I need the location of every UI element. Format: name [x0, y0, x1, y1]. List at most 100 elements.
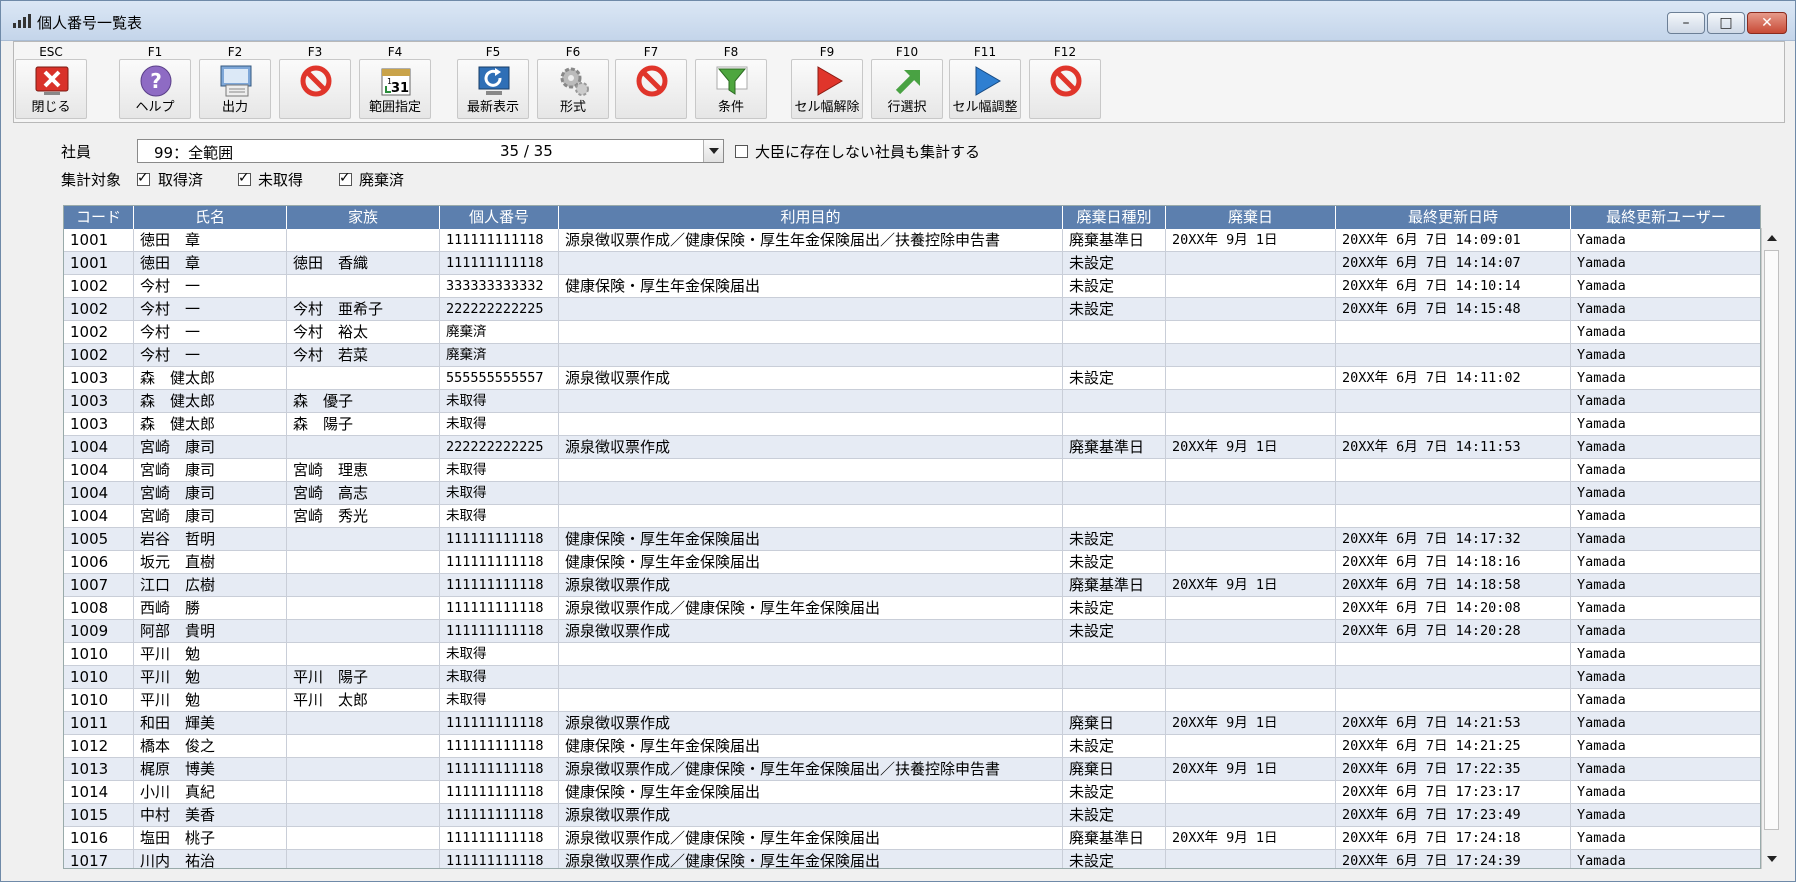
cell-name: 西崎 勝 — [134, 597, 287, 619]
cell-personal-number: 廃棄済 — [440, 321, 559, 343]
cell-personal-number: 111111111118 — [440, 735, 559, 757]
column-header-personal-number[interactable]: 個人番号 — [440, 206, 559, 229]
disabled-icon — [298, 64, 334, 98]
fkey-label-f10: F10 — [895, 45, 919, 59]
cell-updated-at: 20XX年 6月 7日 14:14:07 — [1336, 252, 1571, 274]
cell-code: 1010 — [64, 689, 134, 711]
table-row[interactable]: 1012 橋本 俊之 111111111118 健康保険・厚生年金保険届出 未設定 20X… — [64, 735, 1760, 758]
scroll-down-button[interactable] — [1762, 849, 1781, 869]
cell-purpose: 健康保険・厚生年金保険届出 — [559, 781, 1063, 803]
toolbar-button-label: セル幅解除 — [794, 100, 860, 115]
table-row[interactable]: 1004 宮崎 康司 宮崎 秀光 未取得 Yamada — [64, 505, 1760, 528]
cell-family: 今村 裕太 — [287, 321, 440, 343]
column-header-discard-type[interactable]: 廃棄日種別 — [1063, 206, 1166, 229]
table-row[interactable]: 1006 坂元 直樹 111111111118 健康保険・厚生年金保険届出 未設定 20X… — [64, 551, 1760, 574]
table-row[interactable]: 1016 塩田 桃子 111111111118 源泉徴収票作成／健康保険・厚生年金保険… — [64, 827, 1760, 850]
table-row[interactable]: 1001 徳田 章 111111111118 源泉徴収票作成／健康保険・厚生年金保険届… — [64, 229, 1760, 252]
cell-discard-date — [1166, 482, 1336, 504]
cell-personal-number: 111111111118 — [440, 551, 559, 573]
toolbar-button-f10[interactable]: 行選択 — [871, 59, 943, 119]
table-row[interactable]: 1002 今村 一今村 裕太 廃棄済 Yamada — [64, 321, 1760, 344]
column-header-code[interactable]: コード — [64, 206, 134, 229]
table-row[interactable]: 1001 徳田 章徳田 香織 111111111118 未設定 20XX年 6月 7日 … — [64, 252, 1760, 275]
cell-updated-by: Yamada — [1571, 620, 1760, 642]
table-row[interactable]: 1010 平川 勉 未取得 Yamada — [64, 643, 1760, 666]
cell-purpose: 源泉徴収票作成／健康保険・厚生年金保険届出 — [559, 850, 1063, 868]
cell-family: 今村 亜希子 — [287, 298, 440, 320]
table-row[interactable]: 1003 森 健太郎森 陽子 未取得 Yamada — [64, 413, 1760, 436]
cell-purpose: 健康保険・厚生年金保険届出 — [559, 735, 1063, 757]
cell-personal-number: 111111111118 — [440, 827, 559, 849]
minimize-button[interactable]: – — [1667, 12, 1705, 34]
table-row[interactable]: 1002 今村 一今村 亜希子 222222222225 未設定 20XX年 6月 7日… — [64, 298, 1760, 321]
cell-updated-at: 20XX年 6月 7日 17:23:17 — [1336, 781, 1571, 803]
toolbar-button-f7[interactable] — [615, 59, 687, 119]
cell-discard-date — [1166, 298, 1336, 320]
close-window-button[interactable]: ✕ — [1747, 12, 1787, 34]
cell-code: 1002 — [64, 321, 134, 343]
table-row[interactable]: 1008 西崎 勝 111111111118 源泉徴収票作成／健康保険・厚生年金保険届… — [64, 597, 1760, 620]
table-row[interactable]: 1002 今村 一今村 若菜 廃棄済 Yamada — [64, 344, 1760, 367]
column-header-purpose[interactable]: 利用目的 — [559, 206, 1063, 229]
cell-updated-by: Yamada — [1571, 298, 1760, 320]
toolbar-button-f4[interactable]: 31 1 範囲指定 — [359, 59, 431, 119]
cell-discard-type — [1063, 344, 1166, 366]
column-header-discard-date[interactable]: 廃棄日 — [1166, 206, 1336, 229]
toolbar-button-esc[interactable]: 閉じる — [15, 59, 87, 119]
table-row[interactable]: 1013 梶原 博美 111111111118 源泉徴収票作成／健康保険・厚生年金保険… — [64, 758, 1760, 781]
scroll-up-button[interactable] — [1762, 228, 1781, 248]
acquired-checkbox[interactable]: ✓ — [137, 170, 150, 186]
cell-name: 森 健太郎 — [134, 413, 287, 435]
toolbar-button-f12[interactable] — [1029, 59, 1101, 119]
table-row[interactable]: 1014 小川 真紀 111111111118 健康保険・厚生年金保険届出 未設定 20X… — [64, 781, 1760, 804]
column-header-family[interactable]: 家族 — [287, 206, 440, 229]
employee-select[interactable]: 99：全範囲 35 / 35 — [137, 139, 724, 163]
table-row[interactable]: 1004 宮崎 康司 宮崎 高志 未取得 Yamada — [64, 482, 1760, 505]
grid-header: コード 氏名 家族 個人番号 利用目的 廃棄日種別 廃棄日 最終更新日時 最終更新ユーザー — [64, 206, 1760, 229]
scrollbar-thumb[interactable] — [1764, 250, 1779, 830]
column-header-updated-at[interactable]: 最終更新日時 — [1336, 206, 1571, 229]
table-row[interactable]: 1004 宮崎 康司 宮崎 理恵 未取得 Yamada — [64, 459, 1760, 482]
vertical-scrollbar[interactable] — [1761, 228, 1781, 869]
table-row[interactable]: 1007 江口 広樹 111111111118 源泉徴収票作成 廃棄基準日 20XX年 9… — [64, 574, 1760, 597]
not-acquired-checkbox[interactable]: ✓ — [238, 170, 251, 186]
table-row[interactable]: 1009 阿部 貴明 111111111118 源泉徴収票作成 未設定 20XX年 6月 … — [64, 620, 1760, 643]
table-row[interactable]: 1015 中村 美香 111111111118 源泉徴収票作成 未設定 20XX年 6月 … — [64, 804, 1760, 827]
cell-discard-date: 20XX年 9月 1日 — [1166, 827, 1336, 849]
toolbar-button-f8[interactable]: 条件 — [695, 59, 767, 119]
cell-updated-by: Yamada — [1571, 229, 1760, 251]
table-row[interactable]: 1002 今村 一 333333333332 健康保険・厚生年金保険届出 未設定 20XX… — [64, 275, 1760, 298]
toolbar-button-f5[interactable]: 最新表示 — [457, 59, 529, 119]
cell-family: 宮崎 理恵 — [287, 459, 440, 481]
cell-name: 和田 輝美 — [134, 712, 287, 734]
cell-purpose: 健康保険・厚生年金保険届出 — [559, 528, 1063, 550]
table-row[interactable]: 1003 森 健太郎 555555555557 源泉徴収票作成 未設定 20XX年 6月 … — [64, 367, 1760, 390]
toolbar-button-f1[interactable]: ? ヘルプ — [119, 59, 191, 119]
toolbar-button-f11[interactable]: セル幅調整 — [949, 59, 1021, 119]
fkey-label-f7: F7 — [643, 45, 659, 59]
cell-code: 1005 — [64, 528, 134, 550]
include-missing-checkbox[interactable] — [735, 145, 748, 158]
title-bar: 個人番号一覧表 – □ ✕ — [1, 1, 1795, 41]
table-row[interactable]: 1005 岩谷 哲明 111111111118 健康保険・厚生年金保険届出 未設定 20X… — [64, 528, 1760, 551]
cell-discard-type: 廃棄基準日 — [1063, 827, 1166, 849]
toolbar-button-f6[interactable]: 形式 — [537, 59, 609, 119]
dropdown-button[interactable] — [703, 140, 723, 162]
cell-family — [287, 597, 440, 619]
table-row[interactable]: 1017 川内 祐治 111111111118 源泉徴収票作成／健康保険・厚生年金保険… — [64, 850, 1760, 868]
table-row[interactable]: 1004 宮崎 康司 222222222225 源泉徴収票作成 廃棄基準日 20XX年 9… — [64, 436, 1760, 459]
toolbar-button-f3[interactable] — [279, 59, 351, 119]
table-row[interactable]: 1010 平川 勉平川 陽子 未取得 Yamada — [64, 666, 1760, 689]
toolbar-button-f9[interactable]: セル幅解除 — [791, 59, 863, 119]
toolbar-button-f2[interactable]: 出力 — [199, 59, 271, 119]
table-row[interactable]: 1010 平川 勉平川 太郎 未取得 Yamada — [64, 689, 1760, 712]
cell-discard-type: 未設定 — [1063, 597, 1166, 619]
help-icon: ? — [138, 64, 174, 98]
table-row[interactable]: 1011 和田 輝美 111111111118 源泉徴収票作成 廃棄日 20XX年 9月 … — [64, 712, 1760, 735]
discarded-checkbox[interactable]: ✓ — [339, 170, 352, 186]
column-header-updated-by[interactable]: 最終更新ユーザー — [1571, 206, 1760, 229]
column-header-name[interactable]: 氏名 — [134, 206, 287, 229]
table-row[interactable]: 1003 森 健太郎森 優子 未取得 Yamada — [64, 390, 1760, 413]
cell-name: 森 健太郎 — [134, 390, 287, 412]
maximize-button[interactable]: □ — [1707, 12, 1745, 34]
